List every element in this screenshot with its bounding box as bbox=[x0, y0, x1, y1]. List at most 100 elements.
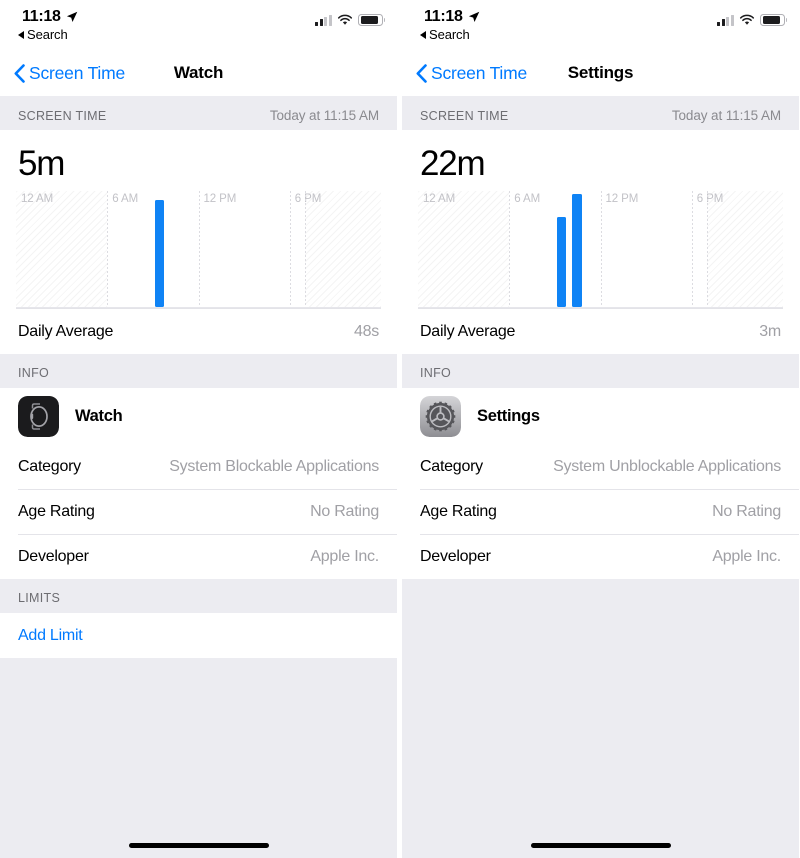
home-indicator-area bbox=[0, 832, 397, 858]
daily-average-row: Daily Average 48s bbox=[0, 309, 397, 354]
daily-average-value: 3m bbox=[759, 322, 781, 340]
screen-time-section-header: SCREEN TIME Today at 11:15 AM bbox=[0, 96, 397, 130]
usage-chart-wrap: 12 AM 6 AM 12 PM 6 PM bbox=[0, 187, 397, 309]
info-header-label: INFO bbox=[420, 366, 452, 380]
battery-icon bbox=[760, 14, 788, 26]
info-section-header: INFO bbox=[402, 354, 799, 388]
back-button-label: Screen Time bbox=[29, 62, 126, 83]
watch-app-icon bbox=[18, 395, 59, 437]
status-time-row: 11:18 bbox=[18, 8, 78, 26]
bottom-filler bbox=[402, 579, 799, 832]
usage-bar-chart[interactable]: 12 AM 6 AM 12 PM 6 PM bbox=[418, 191, 783, 309]
daily-average-value: 48s bbox=[353, 322, 379, 340]
status-time: 11:18 bbox=[22, 8, 61, 25]
back-button-screen-time[interactable]: Screen Time bbox=[416, 63, 527, 84]
section-header-label: SCREEN TIME bbox=[420, 109, 509, 123]
chevron-left-icon bbox=[416, 63, 427, 83]
info-row-age-rating: Age Rating No Rating bbox=[402, 489, 799, 534]
info-row-developer: Developer Apple Inc. bbox=[0, 534, 397, 579]
daily-average-label: Daily Average bbox=[420, 322, 516, 340]
location-arrow-icon bbox=[66, 11, 77, 22]
screen-time-card: 22m 12 AM 6 AM 12 PM 6 PM Daily Average 3m bbox=[402, 130, 799, 354]
section-header-label: SCREEN TIME bbox=[18, 109, 107, 123]
wifi-icon bbox=[337, 14, 353, 25]
usage-chart-wrap: 12 AM 6 AM 12 PM 6 PM bbox=[402, 187, 799, 309]
chevron-left-icon bbox=[14, 63, 25, 83]
status-bar-right bbox=[315, 8, 386, 26]
phone-screen-settings: 11:18 Search Screen Time Settings SCREEN… bbox=[402, 0, 799, 858]
info-row-category: Category System Blockable Applications bbox=[0, 444, 397, 489]
limits-card: Add Limit bbox=[0, 613, 397, 658]
chart-bar[interactable] bbox=[154, 200, 165, 307]
info-section-header: INFO bbox=[0, 354, 397, 388]
info-row-label: Category bbox=[18, 457, 81, 475]
cellular-signal-icon bbox=[315, 14, 332, 26]
status-back-label: Search bbox=[429, 27, 470, 42]
info-row-label: Age Rating bbox=[18, 502, 95, 520]
screen-time-timestamp: Today at 11:15 AM bbox=[269, 108, 379, 123]
navigation-bar: Screen Time Settings bbox=[402, 50, 799, 96]
daily-average-label: Daily Average bbox=[18, 322, 114, 340]
home-indicator-area bbox=[402, 832, 799, 858]
chart-baseline bbox=[16, 307, 381, 308]
home-indicator[interactable] bbox=[530, 842, 671, 848]
status-back-to-search[interactable]: Search bbox=[18, 27, 78, 42]
info-row-value: System Blockable Applications bbox=[169, 457, 379, 475]
usage-bar-chart[interactable]: 12 AM 6 AM 12 PM 6 PM bbox=[16, 191, 381, 309]
info-row-developer: Developer Apple Inc. bbox=[402, 534, 799, 579]
info-header-label: INFO bbox=[18, 366, 50, 380]
status-bar-left: 11:18 Search bbox=[420, 8, 480, 42]
status-bar-right bbox=[717, 8, 788, 26]
back-button-label: Screen Time bbox=[431, 62, 528, 83]
chart-bars bbox=[16, 191, 381, 307]
navigation-bar: Screen Time Watch bbox=[0, 50, 397, 96]
chart-bar[interactable] bbox=[572, 194, 582, 307]
info-card: Watch Category System Blockable Applicat… bbox=[0, 388, 397, 579]
total-usage-value: 22m bbox=[420, 144, 486, 183]
info-row-label: Age Rating bbox=[420, 502, 497, 520]
screen-time-section-header: SCREEN TIME Today at 11:15 AM bbox=[402, 96, 799, 130]
cellular-signal-icon bbox=[717, 14, 734, 26]
daily-average-row: Daily Average 3m bbox=[402, 309, 799, 354]
status-time-row: 11:18 bbox=[420, 8, 480, 26]
status-back-to-search[interactable]: Search bbox=[420, 27, 480, 42]
battery-icon bbox=[358, 14, 386, 26]
chart-baseline bbox=[418, 307, 783, 308]
add-limit-button[interactable]: Add Limit bbox=[0, 613, 397, 658]
bottom-filler bbox=[0, 658, 397, 832]
back-button-screen-time[interactable]: Screen Time bbox=[14, 63, 125, 84]
app-name: Settings bbox=[477, 406, 540, 425]
home-indicator[interactable] bbox=[128, 842, 269, 848]
info-row-value: No Rating bbox=[712, 502, 781, 520]
limits-section-header: LIMITS bbox=[0, 579, 397, 613]
app-identity-row: Watch bbox=[0, 388, 397, 444]
settings-gear-icon bbox=[420, 395, 461, 437]
add-limit-label: Add Limit bbox=[18, 626, 83, 644]
back-triangle-icon bbox=[18, 30, 24, 39]
info-row-category: Category System Unblockable Applications bbox=[402, 444, 799, 489]
wifi-icon bbox=[739, 14, 755, 25]
info-row-value: No Rating bbox=[310, 502, 379, 520]
info-row-age-rating: Age Rating No Rating bbox=[0, 489, 397, 534]
status-bar: 11:18 Search bbox=[402, 0, 799, 50]
info-row-label: Developer bbox=[18, 547, 89, 565]
status-time: 11:18 bbox=[424, 8, 463, 25]
info-row-label: Category bbox=[420, 457, 483, 475]
location-arrow-icon bbox=[468, 11, 479, 22]
info-row-value: Apple Inc. bbox=[310, 547, 379, 565]
back-triangle-icon bbox=[420, 30, 426, 39]
total-usage-value: 5m bbox=[18, 144, 65, 183]
info-row-label: Developer bbox=[420, 547, 491, 565]
phone-screen-watch: 11:18 Search Screen Time Watch SCREEN TI… bbox=[0, 0, 397, 858]
status-bar: 11:18 Search bbox=[0, 0, 397, 50]
chart-bar[interactable] bbox=[556, 216, 567, 307]
screen-time-timestamp: Today at 11:15 AM bbox=[671, 108, 781, 123]
info-row-value: Apple Inc. bbox=[712, 547, 781, 565]
dual-screenshot-container: 11:18 Search Screen Time Watch SCREEN TI… bbox=[0, 0, 800, 858]
screen-time-card: 5m 12 AM 6 AM 12 PM 6 PM Daily Average 48s bbox=[0, 130, 397, 354]
status-bar-left: 11:18 Search bbox=[18, 8, 78, 42]
status-back-label: Search bbox=[27, 27, 68, 42]
info-row-value: System Unblockable Applications bbox=[553, 457, 781, 475]
info-card: Settings Category System Unblockable App… bbox=[402, 388, 799, 579]
chart-bars bbox=[418, 191, 783, 307]
